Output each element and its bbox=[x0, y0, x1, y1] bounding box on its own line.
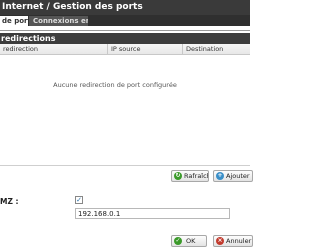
tab-incoming-connections[interactable]: Connexions entrantes bbox=[29, 16, 88, 26]
column-header-source-ip[interactable]: IP source bbox=[108, 44, 183, 55]
ok-button-label: OK bbox=[186, 237, 196, 245]
add-button-label: Ajouter u bbox=[226, 172, 253, 180]
window-title: Internet / Gestion des ports bbox=[0, 0, 250, 15]
cancel-button-label: Annuler bbox=[226, 237, 252, 245]
empty-table-message: Aucune redirection de port configurée bbox=[53, 81, 177, 89]
ok-button[interactable]: ✓ OK bbox=[171, 235, 207, 247]
cancel-button[interactable]: × Annuler bbox=[213, 235, 253, 247]
cancel-icon: × bbox=[216, 237, 224, 245]
refresh-icon: ↻ bbox=[174, 172, 182, 180]
dmz-checkbox[interactable]: ✓ bbox=[75, 196, 83, 204]
refresh-button-label: Rafraîchir bbox=[184, 172, 208, 180]
tab-bar: de ports Connexions entrantes bbox=[0, 15, 250, 26]
main-panel: redirections redirection IP source Desti… bbox=[0, 30, 253, 250]
tab-port-forwarding[interactable]: de ports bbox=[0, 16, 28, 26]
section-title: redirections bbox=[0, 33, 250, 44]
ok-check-icon: ✓ bbox=[174, 237, 182, 245]
dmz-label: MZ : bbox=[0, 197, 19, 206]
add-icon: + bbox=[216, 172, 224, 180]
column-header-redirection[interactable]: redirection bbox=[0, 44, 108, 55]
check-icon: ✓ bbox=[76, 196, 82, 204]
refresh-button[interactable]: ↻ Rafraîchir bbox=[171, 170, 209, 182]
column-header-destination[interactable]: Destination bbox=[183, 44, 250, 55]
dmz-ip-input[interactable] bbox=[75, 208, 230, 219]
add-button[interactable]: + Ajouter u bbox=[213, 170, 253, 182]
redirections-table: redirection IP source Destination Aucune… bbox=[0, 44, 250, 166]
